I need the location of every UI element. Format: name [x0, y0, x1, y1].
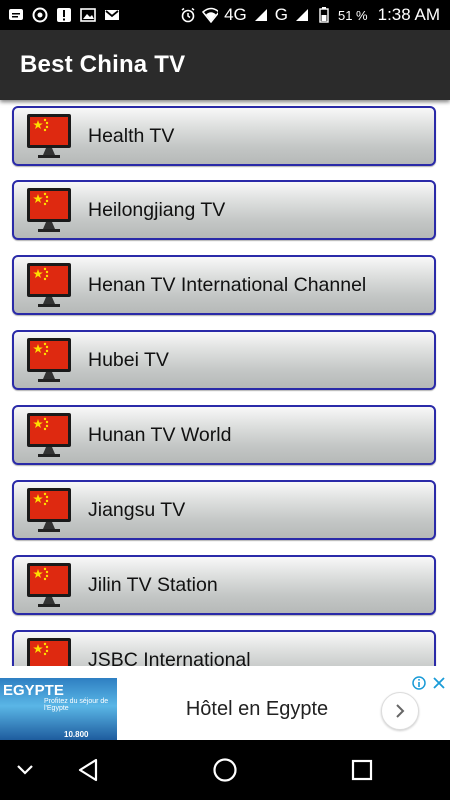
- back-triangle-icon: [78, 758, 98, 782]
- app-title: Best China TV: [20, 51, 186, 78]
- channel-label: Hubei TV: [88, 348, 169, 371]
- channel-item-henan-tv[interactable]: Henan TV International Channel: [12, 255, 436, 315]
- ad-image[interactable]: EGYPTE Profitez du séjour de l'Egypte 10…: [0, 678, 117, 740]
- channel-label: Heilongjiang TV: [88, 198, 226, 221]
- ad-open-button[interactable]: [381, 692, 419, 730]
- china-tv-icon: [27, 188, 71, 232]
- clock: 1:38 AM: [377, 5, 440, 24]
- channel-label: Jilin TV Station: [88, 573, 218, 596]
- battery-icon: [316, 7, 332, 23]
- ad-banner[interactable]: EGYPTE Profitez du séjour de l'Egypte 10…: [0, 666, 450, 740]
- channel-item-hubei-tv[interactable]: Hubei TV: [12, 330, 436, 390]
- ad-close-icon[interactable]: [432, 676, 446, 690]
- alarm-icon: [180, 7, 196, 23]
- ad-image-price: 10.800: [64, 730, 89, 739]
- channel-item-jilin-tv[interactable]: Jilin TV Station: [12, 555, 436, 615]
- channel-item-hunan-tv-world[interactable]: Hunan TV World: [12, 405, 436, 465]
- app-bar: Best China TV: [0, 30, 450, 100]
- channel-item-jiangsu-tv[interactable]: Jiangsu TV: [12, 480, 436, 540]
- home-circle-icon: [213, 758, 237, 782]
- record-icon: [32, 7, 48, 23]
- channel-label: JSBC International: [88, 648, 251, 667]
- channel-item-heilongjiang-tv[interactable]: Heilongjiang TV: [12, 180, 436, 240]
- ad-title[interactable]: Hôtel en Egypte: [117, 678, 397, 740]
- image-icon: [80, 7, 96, 23]
- battery-level: 51 %: [337, 7, 368, 23]
- ad-info-icon[interactable]: [412, 676, 426, 690]
- chevron-down-icon: [17, 765, 33, 775]
- china-tv-icon: [27, 638, 71, 666]
- network-type-label-2: G: [274, 5, 288, 24]
- wifi-icon: [202, 7, 219, 23]
- channel-item-health-tv[interactable]: Health TV: [12, 106, 436, 166]
- china-tv-icon: [27, 563, 71, 607]
- nav-back-button[interactable]: [72, 754, 104, 786]
- china-tv-icon: [27, 488, 71, 532]
- ad-image-caption: Profitez du séjour de l'Egypte: [44, 698, 109, 712]
- alert-icon: [56, 7, 72, 23]
- system-nav-bar: [0, 740, 450, 800]
- channel-item-jsbc-international[interactable]: JSBC International: [12, 630, 436, 666]
- channel-label: Henan TV International Channel: [88, 273, 367, 296]
- signal-icon: [253, 7, 269, 23]
- nav-recents-button[interactable]: [346, 754, 378, 786]
- china-tv-icon: [27, 263, 71, 307]
- channel-list[interactable]: Health TV Heilongjiang TV Henan TV Inter…: [0, 100, 450, 666]
- messenger-icon: [8, 7, 24, 23]
- channel-label: Health TV: [88, 124, 175, 147]
- status-bar: 4G G 51 % 1:38 AM: [0, 0, 450, 30]
- gmail-icon: [104, 7, 120, 23]
- channel-label: Jiangsu TV: [88, 498, 186, 521]
- china-tv-icon: [27, 413, 71, 457]
- recents-square-icon: [351, 759, 373, 781]
- network-type-label: 4G: [224, 5, 247, 24]
- nav-hide-button[interactable]: [9, 754, 41, 786]
- ad-image-title: EGYPTE: [3, 682, 64, 699]
- china-tv-icon: [27, 114, 71, 158]
- chevron-right-icon: [396, 704, 405, 718]
- channel-label: Hunan TV World: [88, 423, 232, 446]
- china-tv-icon: [27, 338, 71, 382]
- nav-home-button[interactable]: [209, 754, 241, 786]
- signal-icon-2: [294, 7, 310, 23]
